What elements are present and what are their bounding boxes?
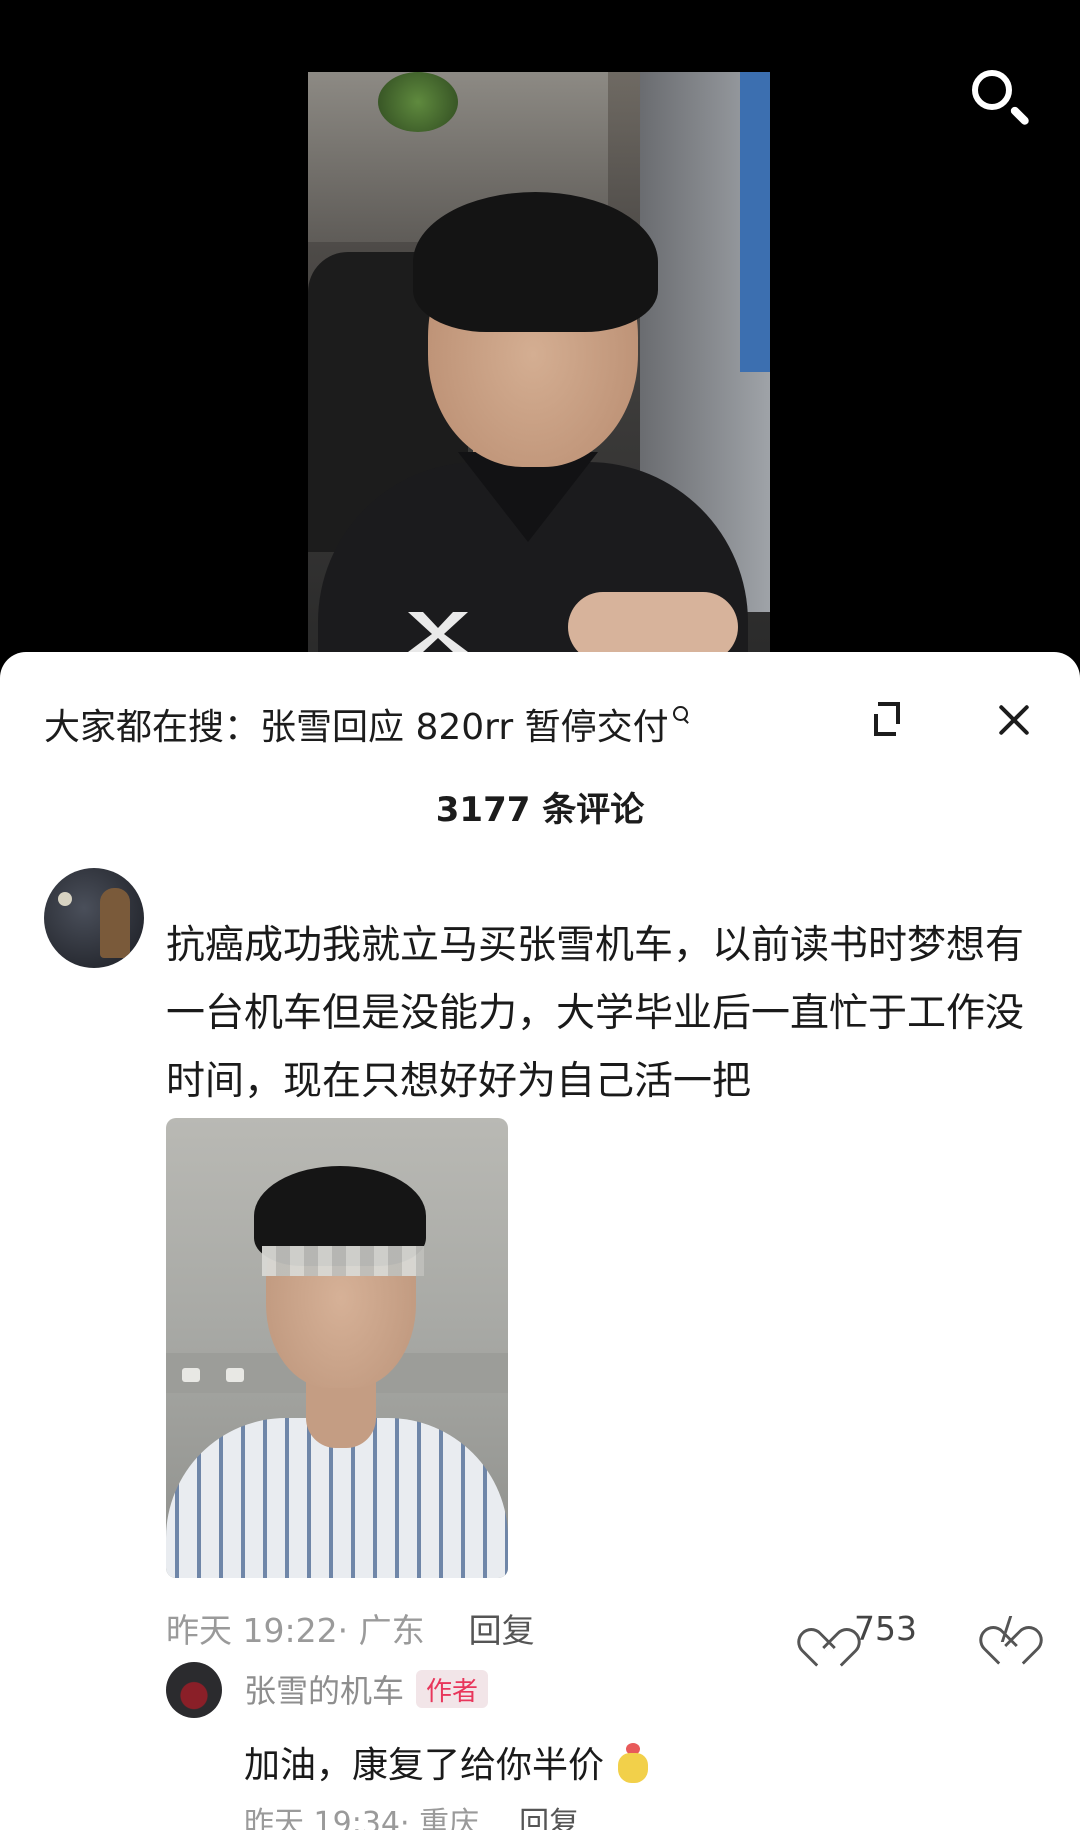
comment-image[interactable]: [166, 1118, 508, 1578]
search-suggestion[interactable]: 大家都在搜： 张雪回应 820rr 暂停交付: [44, 692, 691, 756]
search-icon[interactable]: [968, 66, 1034, 132]
close-icon[interactable]: [992, 698, 1036, 742]
comment-sheet: 大家都在搜： 张雪回应 820rr 暂停交付 3177 条评论 抗癌成功我就立马…: [0, 652, 1080, 1830]
collapse-icon[interactable]: [870, 698, 914, 742]
reply-author[interactable]: 张雪的机车 作者: [244, 1664, 489, 1714]
background-panel: [740, 72, 770, 372]
reply-button[interactable]: 回复: [469, 1604, 535, 1652]
image-outlet: [182, 1368, 200, 1382]
comment-location: · 广东: [337, 1611, 425, 1650]
suggestion-query: 张雪回应 820rr 暂停交付: [260, 707, 669, 748]
reply-text-content: 加油，康复了给你半价: [244, 1745, 605, 1786]
video-player[interactable]: [0, 0, 1080, 690]
comment-text: 抗癌成功我就立马买张雪机车，以前读书时梦想有一台机车但是没能力，大学毕业后一直忙…: [166, 923, 1025, 1104]
comment-meta: 昨天 19:22 · 广东 回复: [166, 1604, 535, 1652]
heart-icon: [806, 1610, 846, 1646]
dislike-button[interactable]: [988, 1608, 1030, 1648]
author-avatar[interactable]: [166, 1662, 222, 1718]
video-frame: [308, 72, 770, 662]
image-outlet: [226, 1368, 244, 1382]
background-plant: [378, 72, 458, 132]
reply-location: · 重庆: [400, 1806, 480, 1830]
reply-author-name: 张雪的机车: [244, 1672, 405, 1710]
reply-text: 加油，康复了给你半价: [244, 1732, 652, 1792]
speaker-hair: [413, 192, 658, 332]
reply-time: 昨天 19:34: [244, 1806, 400, 1830]
image-eye-mosaic: [262, 1246, 424, 1276]
comment-time: 昨天 19:22: [166, 1611, 338, 1650]
avatar[interactable]: [44, 868, 144, 968]
like-count: 753: [854, 1608, 917, 1648]
reply-button[interactable]: 回复: [519, 1798, 579, 1830]
reply-meta: 昨天 19:34 · 重庆 回复: [244, 1800, 579, 1830]
suggestion-prefix: 大家都在搜：: [44, 707, 261, 748]
author-badge: 作者: [416, 1670, 489, 1708]
lucky-bag-icon: [612, 1739, 652, 1785]
search-small-icon: [672, 706, 691, 724]
comment-count: 3177 条评论: [435, 790, 645, 830]
like-button[interactable]: 753: [806, 1604, 917, 1652]
